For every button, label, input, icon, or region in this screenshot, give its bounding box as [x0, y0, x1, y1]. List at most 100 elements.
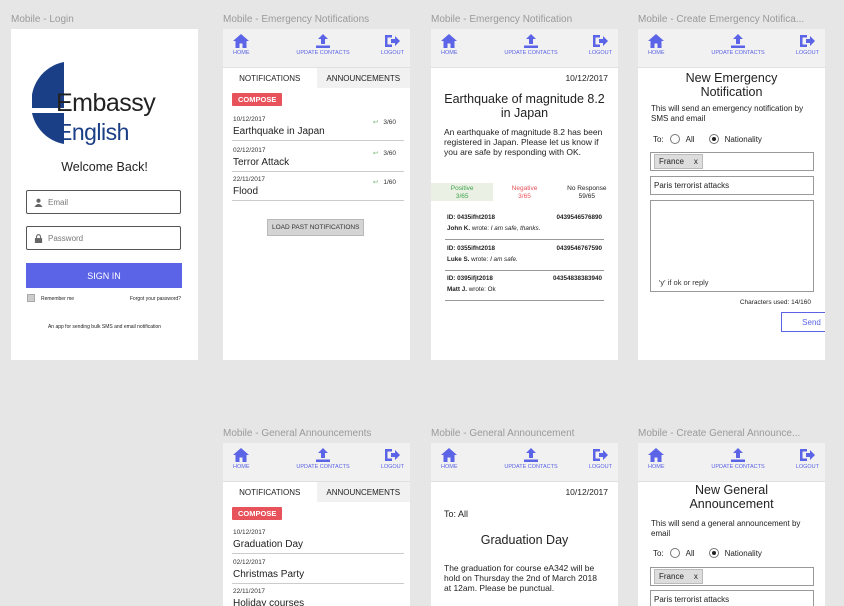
lock-icon	[34, 233, 43, 243]
screen-label-notifications: Mobile - Emergency Notifications	[223, 14, 370, 25]
nav-home[interactable]: HOME	[233, 448, 250, 470]
logout-icon	[385, 449, 401, 461]
radio-all[interactable]	[669, 548, 680, 558]
reply-text: Ok	[487, 286, 496, 293]
nav-home[interactable]: HOME	[648, 34, 665, 56]
nav-home[interactable]: HOME	[441, 448, 458, 470]
radio-nationality[interactable]	[708, 548, 719, 558]
nav-home[interactable]: HOME	[441, 34, 458, 56]
positive-stat[interactable]: Positive 3/65	[431, 183, 494, 201]
reply-text: I am safe.	[490, 256, 518, 263]
nationality-input[interactable]: France x	[650, 567, 814, 586]
nav-logout[interactable]: LOGOUT	[381, 34, 404, 56]
tab-announcements[interactable]: ANNOUNCEMENTS	[316, 482, 410, 502]
remember-checkbox[interactable]	[27, 294, 35, 302]
nav-home-label: HOME	[648, 50, 665, 56]
subject-input[interactable]: Paris terrorist attacks	[650, 176, 814, 195]
reply-id: ID: 0395ifjt2018	[447, 275, 493, 282]
nav-logout[interactable]: LOGOUT	[381, 448, 404, 470]
nav-update-label: UPDATE CONTACTS	[711, 464, 765, 470]
recipient-options: To: All Nationality	[653, 548, 762, 558]
send-button[interactable]: Send	[781, 312, 825, 332]
logout-icon	[593, 449, 609, 461]
screen-label-notification: Mobile - Emergency Notification	[431, 14, 573, 25]
logout-icon	[800, 35, 816, 47]
nav-home[interactable]: HOME	[233, 34, 250, 56]
nav-logout[interactable]: LOGOUT	[796, 34, 819, 56]
welcome-heading: Welcome Back!	[61, 160, 148, 174]
password-placeholder: Password	[48, 233, 84, 243]
item-date: 10/12/2017	[233, 116, 266, 123]
tab-notifications[interactable]: NOTIFICATIONS	[223, 68, 317, 88]
nav-update-contacts[interactable]: UPDATE CONTACTS	[291, 34, 355, 56]
reply-wrote: wrote:	[471, 225, 489, 232]
home-icon	[648, 34, 665, 48]
nav-update-contacts[interactable]: UPDATE CONTACTS	[706, 34, 770, 56]
nav-home[interactable]: HOME	[648, 448, 665, 470]
tab-announcements[interactable]: ANNOUNCEMENTS	[316, 68, 410, 88]
list-item[interactable]: 02/12/2017 Christmas Party	[232, 556, 404, 584]
nationality-chip[interactable]: France x	[654, 569, 703, 584]
home-icon	[441, 34, 458, 48]
nav-update-contacts[interactable]: UPDATE CONTACTS	[291, 448, 355, 470]
radio-nationality-label: Nationality	[724, 548, 762, 558]
reply-icon: ↩	[372, 150, 379, 157]
nav-update-contacts[interactable]: UPDATE CONTACTS	[499, 34, 563, 56]
nav-update-label: UPDATE CONTACTS	[504, 50, 558, 56]
negative-stat[interactable]: Negative 3/65	[493, 183, 555, 201]
nav-logout[interactable]: LOGOUT	[589, 448, 612, 470]
detail-date: 10/12/2017	[565, 73, 608, 83]
logout-icon	[385, 35, 401, 47]
reply-id: ID: 0435ifht2018	[447, 214, 495, 221]
subject-input[interactable]: Paris terrorist attacks	[650, 590, 814, 606]
nav-logout-label: LOGOUT	[588, 50, 612, 56]
radio-nationality[interactable]	[708, 134, 719, 144]
radio-all[interactable]	[669, 134, 680, 144]
nav-home-label: HOME	[441, 50, 458, 56]
list-item[interactable]: 10/12/2017 Earthquake in Japan ↩ 3/60	[232, 113, 404, 141]
radio-all-label: All	[685, 548, 695, 558]
list-item[interactable]: 22/11/2017 Flood ↩ 1/60	[232, 173, 404, 201]
nav-logout[interactable]: LOGOUT	[589, 34, 612, 56]
reply-message: Matt J. wrote: Ok	[447, 286, 496, 293]
screen-label-general-announcement: Mobile - General Announcement	[431, 428, 575, 439]
password-field[interactable]: Password	[26, 226, 181, 250]
upload-icon	[731, 34, 745, 48]
load-past-button[interactable]: LOAD PAST NOTIFICATIONS	[267, 219, 365, 236]
nav-bar: HOME UPDATE CONTACTS LOGOUT	[638, 443, 825, 482]
tab-notifications[interactable]: NOTIFICATIONS	[223, 482, 317, 502]
chip-remove-icon[interactable]: x	[694, 572, 698, 581]
positive-label: Positive	[450, 185, 474, 192]
message-textarea[interactable]: 'y' if ok or reply	[650, 200, 814, 292]
compose-button[interactable]: COMPOSE	[232, 93, 283, 106]
forgot-password-link[interactable]: Forgot your password?	[130, 296, 181, 302]
nav-update-contacts[interactable]: UPDATE CONTACTS	[499, 448, 563, 470]
home-icon	[648, 448, 665, 462]
email-field[interactable]: Email	[26, 190, 181, 214]
compose-button[interactable]: COMPOSE	[232, 507, 283, 520]
item-count: ↩ 1/60	[373, 178, 396, 186]
list-item[interactable]: 02/12/2017 Terror Attack ↩ 3/60	[232, 144, 404, 172]
list-item[interactable]: 10/12/2017 Graduation Day	[232, 526, 404, 554]
nav-bar: HOME UPDATE CONTACTS LOGOUT	[223, 29, 410, 68]
noresponse-stat[interactable]: No Response 59/65	[556, 183, 618, 201]
detail-body: An earthquake of magnitude 8.2 has been …	[444, 127, 603, 157]
radio-all-label: All	[685, 134, 695, 144]
sign-in-button[interactable]: SIGN IN	[26, 263, 182, 288]
nav-logout[interactable]: LOGOUT	[796, 448, 819, 470]
remember-label: Remember me	[41, 296, 75, 302]
nationality-chip[interactable]: France x	[654, 154, 703, 169]
announcement-date: 10/12/2017	[565, 487, 608, 497]
nav-home-label: HOME	[441, 464, 458, 470]
nav-update-contacts[interactable]: UPDATE CONTACTS	[706, 448, 770, 470]
brand-english: English	[57, 119, 129, 145]
upload-icon	[316, 448, 330, 462]
nav-update-label: UPDATE CONTACTS	[296, 464, 350, 470]
list-item[interactable]: 22/11/2017 Holiday courses	[232, 585, 404, 606]
reply-row: ID: 0435ifht2018 0439546576890 John K. w…	[445, 209, 604, 240]
nav-update-label: UPDATE CONTACTS	[504, 464, 558, 470]
nationality-input[interactable]: France x	[650, 152, 814, 171]
login-screen: Embassy English Welcome Back! Email Pass…	[11, 29, 198, 360]
reply-name: Matt J.	[447, 286, 467, 293]
chip-remove-icon[interactable]: x	[694, 157, 698, 166]
